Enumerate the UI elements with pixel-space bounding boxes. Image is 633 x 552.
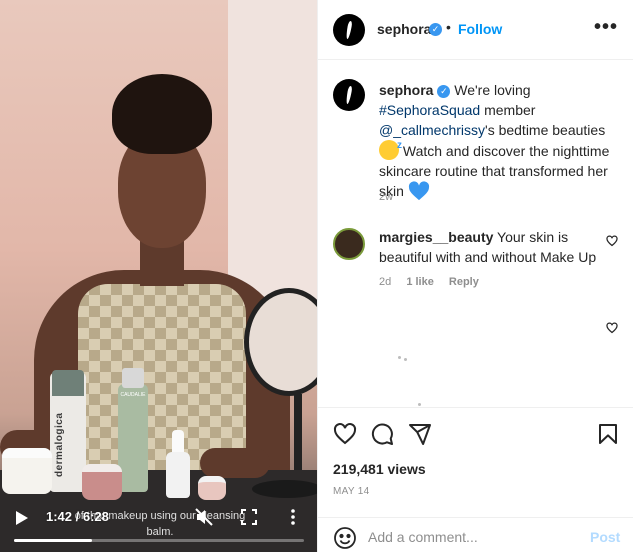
follow-button[interactable]: Follow [458, 21, 502, 37]
smile-icon[interactable] [333, 526, 357, 550]
mute-icon[interactable] [194, 507, 214, 527]
caption-text-2: member [480, 102, 536, 118]
fullscreen-icon[interactable] [240, 508, 258, 526]
heart-icon[interactable] [333, 422, 357, 446]
commenter-username[interactable]: margies__beauty [379, 229, 493, 245]
loading-dot [398, 356, 401, 359]
video-player[interactable]: dermalogica CAUDALIE of that makeup usin… [0, 0, 317, 552]
comment-icon[interactable] [370, 422, 394, 446]
caption-username[interactable]: sephora [379, 82, 433, 98]
video-controls: 1:42 / 6:28 [0, 504, 317, 552]
person-hair [112, 74, 212, 154]
mention-link[interactable]: @_callmechrissy [379, 122, 485, 138]
verified-icon: ✓ [437, 84, 451, 98]
video-progress-fill [14, 539, 93, 542]
add-comment-bar: Post [318, 518, 633, 552]
comments-area[interactable]: sephora ✓ We're loving #SephoraSquad mem… [318, 60, 633, 408]
caption-timestamp: 2w [379, 191, 394, 203]
comment-meta: 2d 1 like Reply [379, 276, 491, 288]
comment-age: 2d [379, 276, 392, 288]
dropper-top [172, 430, 184, 454]
sleepy-emoji-icon [379, 136, 402, 160]
cream-jar [2, 448, 52, 494]
verified-icon: ✓ [429, 23, 442, 36]
post-caption: sephora ✓ We're loving #SephoraSquad mem… [379, 80, 619, 201]
post-button[interactable]: Post [590, 529, 620, 545]
header-username[interactable]: sephora [377, 21, 431, 37]
caption-text-3: 's bedtime beauties [485, 122, 606, 138]
background-wall [228, 0, 317, 300]
caption-text-1: We're loving [450, 82, 531, 98]
play-icon[interactable] [16, 511, 28, 525]
dermalogica-label: dermalogica [54, 412, 65, 478]
small-jar [198, 476, 226, 500]
dropper-bottle [166, 452, 190, 498]
comment-likes[interactable]: 1 like [406, 276, 434, 288]
post-details-panel: sephora ✓ • Follow ••• sephora ✓ We're l… [317, 0, 633, 552]
more-horizontal-icon[interactable]: ••• [594, 16, 618, 39]
video-time: 1:42 / 6:28 [46, 509, 109, 524]
reply-button[interactable]: Reply [449, 276, 479, 288]
dermalogica-cap [52, 370, 84, 396]
separator-dot: • [446, 19, 451, 35]
post-date[interactable]: MAY 14 [333, 486, 369, 497]
commenter-avatar[interactable] [333, 228, 365, 260]
loading-dot [418, 403, 421, 406]
loading-dot [404, 358, 407, 361]
action-bar: 219,481 views MAY 14 [318, 408, 633, 518]
more-vertical-icon[interactable] [288, 507, 298, 527]
view-count[interactable]: 219,481 views [333, 461, 426, 477]
caudalie-bottle [118, 384, 148, 492]
person-top [78, 284, 246, 474]
heart-icon[interactable] [606, 235, 618, 247]
pink-jar [82, 464, 122, 500]
comment-input[interactable] [368, 526, 568, 548]
avatar[interactable] [333, 14, 365, 46]
video-progress-bar[interactable] [14, 539, 304, 542]
caudalie-label: CAUDALIE [120, 392, 146, 398]
hashtag-link[interactable]: #SephoraSquad [379, 102, 480, 118]
heart-icon[interactable] [606, 322, 618, 334]
caption-avatar[interactable] [333, 79, 365, 111]
caudalie-cap [122, 368, 144, 388]
post-header: sephora ✓ • Follow ••• [318, 0, 633, 60]
bookmark-icon[interactable] [596, 422, 620, 446]
comment: margies__beauty Your skin is beautiful w… [379, 227, 599, 267]
mirror-base [252, 480, 317, 498]
blue-heart-emoji-icon [408, 181, 429, 201]
hand-right [200, 448, 270, 478]
share-icon[interactable] [408, 422, 432, 446]
